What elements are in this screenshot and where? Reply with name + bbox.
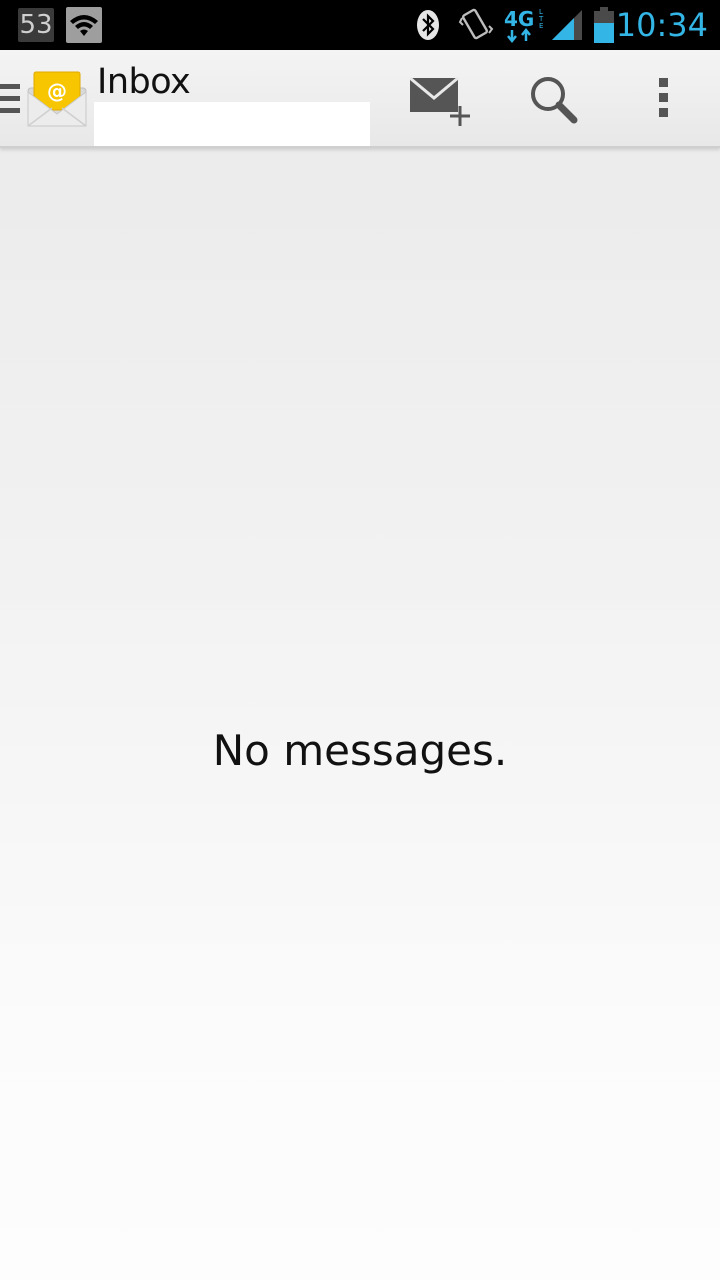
vibrate-icon [458, 6, 494, 44]
signal-icon [550, 8, 584, 42]
page-title: Inbox [97, 62, 191, 102]
svg-text:@: @ [47, 79, 67, 103]
4g-lte-icon: 4G L T E [504, 6, 550, 44]
account-field[interactable] [94, 102, 370, 146]
email-app-icon[interactable]: @ [26, 70, 88, 128]
battery-icon [593, 7, 615, 43]
svg-text:4G: 4G [504, 7, 534, 31]
search-icon [531, 77, 578, 124]
drawer-indicator-icon[interactable] [0, 84, 20, 114]
notification-count: 53 [18, 8, 54, 42]
wifi-icon [66, 7, 102, 43]
status-time: 10:34 [615, 6, 708, 44]
overflow-menu-icon [659, 78, 668, 117]
svg-text:E: E [539, 22, 543, 30]
action-bar: @ Inbox [0, 50, 720, 148]
compose-button[interactable] [398, 50, 494, 146]
overflow-menu-button[interactable] [614, 50, 710, 146]
empty-message: No messages. [212, 726, 508, 775]
bluetooth-icon [416, 9, 440, 41]
status-bar: 53 4G L T E 10:34 [0, 0, 720, 50]
search-button[interactable] [504, 50, 600, 146]
compose-mail-icon [410, 76, 470, 126]
